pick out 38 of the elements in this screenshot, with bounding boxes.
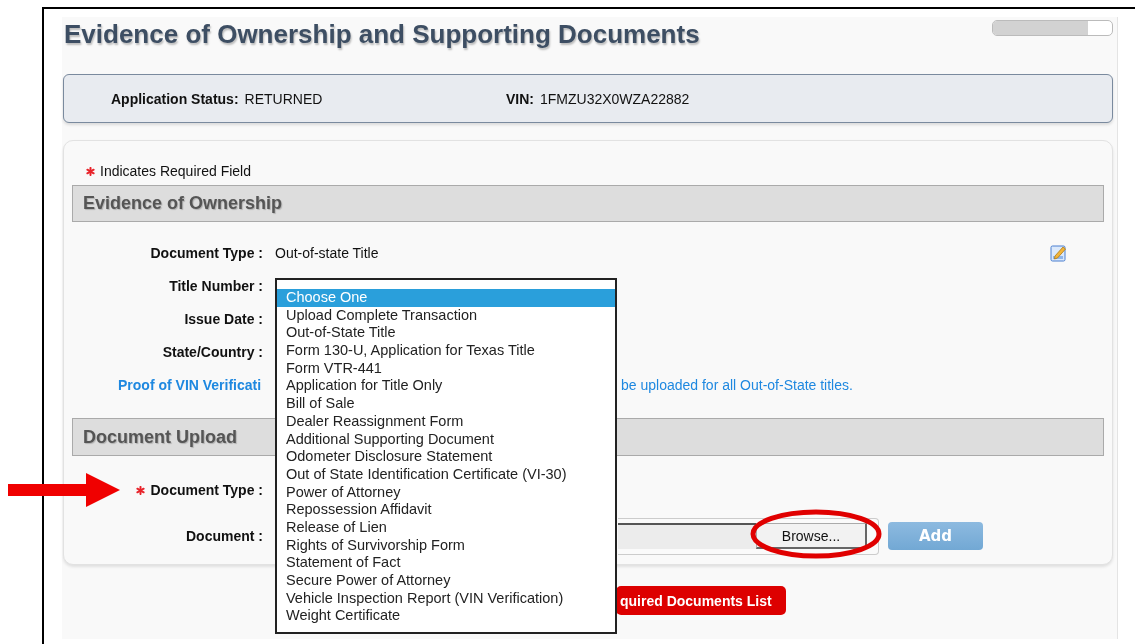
status-label: VIN:	[506, 90, 534, 107]
proof-link[interactable]: Proof of VIN Verificati	[118, 376, 275, 393]
dropdown-option[interactable]: Repossession Affidavit	[277, 501, 615, 519]
dropdown-option[interactable]: Power of Attorney	[277, 483, 615, 502]
edit-icon[interactable]	[1050, 243, 1068, 262]
dropdown-option[interactable]: Out of State Identification Certificate (VI-30)	[277, 465, 615, 484]
status-value: RETURNED	[244, 90, 323, 107]
dropdown-option[interactable]: Form 130-U, Application for Texas Title	[277, 342, 615, 360]
field-label: Issue Date :	[184, 310, 263, 327]
dropdown-option[interactable]: Additional Supporting Document	[277, 430, 615, 449]
field-label: State/Country :	[162, 343, 263, 360]
field-label: Document :	[186, 528, 263, 544]
required-documents-button[interactable]: quired Documents List	[616, 586, 786, 615]
dropdown-option[interactable]: Secure Power of Attorney	[277, 572, 615, 590]
field-label: Title Number :	[169, 277, 263, 294]
dropdown-option[interactable]: Vehicle Inspection Report (VIN Verification)	[277, 589, 615, 608]
file-path-field[interactable]	[618, 523, 756, 549]
dropdown-option[interactable]: Form VTR-441	[277, 359, 615, 378]
required-icon	[136, 485, 146, 495]
dropdown-option[interactable]: Statement of Fact	[277, 554, 615, 572]
required-note: Indicates Required Field	[100, 163, 251, 179]
dropdown-option[interactable]: Upload Complete Transaction	[277, 306, 615, 325]
dropdown-option[interactable]: Release of Lien	[277, 518, 615, 537]
dropdown-option[interactable]: Out-of-State Title	[277, 324, 615, 343]
browse-button[interactable]: Browse...	[756, 523, 867, 549]
status-label: Application Status:	[111, 90, 239, 107]
status-value: 1FMZU32X0WZA22882	[540, 90, 690, 107]
page-title: Evidence of Ownership and Supporting Documents	[64, 18, 700, 50]
dropdown-option[interactable]: Weight Certificate	[277, 607, 615, 626]
field-label: Document Type :	[150, 244, 263, 261]
field-label: Document Type :	[150, 482, 263, 498]
dropdown-option[interactable]: Bill of Sale	[277, 395, 615, 413]
dropdown-option[interactable]: Rights of Survivorship Form	[277, 536, 615, 555]
required-icon	[86, 166, 95, 176]
info-note: be uploaded for all Out-of-State titles.	[621, 376, 853, 393]
section-header: Evidence of Ownership	[72, 185, 1104, 222]
field-value: Out-of-state Title	[275, 244, 379, 261]
dropdown-option[interactable]: Application for Title Only	[277, 377, 615, 396]
